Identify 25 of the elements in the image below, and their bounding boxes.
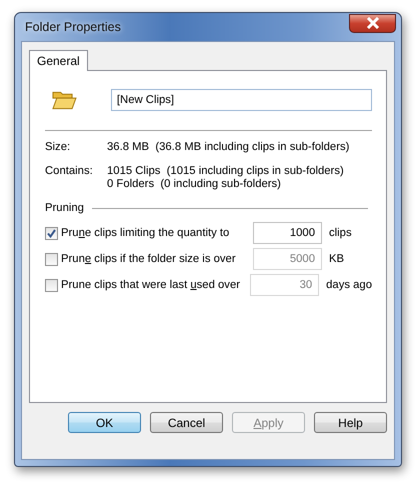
close-button[interactable] xyxy=(349,14,396,32)
dialog-button[interactable]: Cancel xyxy=(150,412,223,433)
name-field[interactable]: [New Clips] xyxy=(110,89,372,111)
info-label: Contains: xyxy=(45,165,94,179)
info-value: 1015 Clips (1015 including clips in sub-folders) xyxy=(107,165,344,178)
checkbox[interactable] xyxy=(45,252,58,266)
close-icon xyxy=(366,17,380,29)
info-value: 0 Folders (0 including sub-folders) xyxy=(107,178,282,191)
folder-icon xyxy=(52,89,77,111)
checkbox[interactable] xyxy=(45,226,58,240)
prune-checkbox[interactable]: Prune clips that were last used over xyxy=(45,278,250,292)
group-title: Pruning xyxy=(45,202,84,214)
info-value: 36.8 MB (36.8 MB including clips in sub-folders) xyxy=(107,141,350,154)
prune-checkbox[interactable]: Prune clips limiting the quantity to xyxy=(45,226,253,240)
window-title: Folder Properties xyxy=(24,20,121,34)
unit-label: KB xyxy=(329,253,344,265)
dialog-button[interactable]: Help xyxy=(314,412,387,433)
value-field[interactable]: 1000 xyxy=(253,222,322,244)
dialog-button[interactable]: OK xyxy=(68,412,141,433)
checkbox[interactable] xyxy=(45,278,58,292)
prune-checkbox[interactable]: Prune clips if the folder size is over xyxy=(45,252,253,266)
info-label: Size: xyxy=(45,141,72,154)
tab[interactable]: General xyxy=(29,50,88,71)
unit-label: clips xyxy=(329,227,352,239)
unit-label: days ago xyxy=(326,279,372,291)
